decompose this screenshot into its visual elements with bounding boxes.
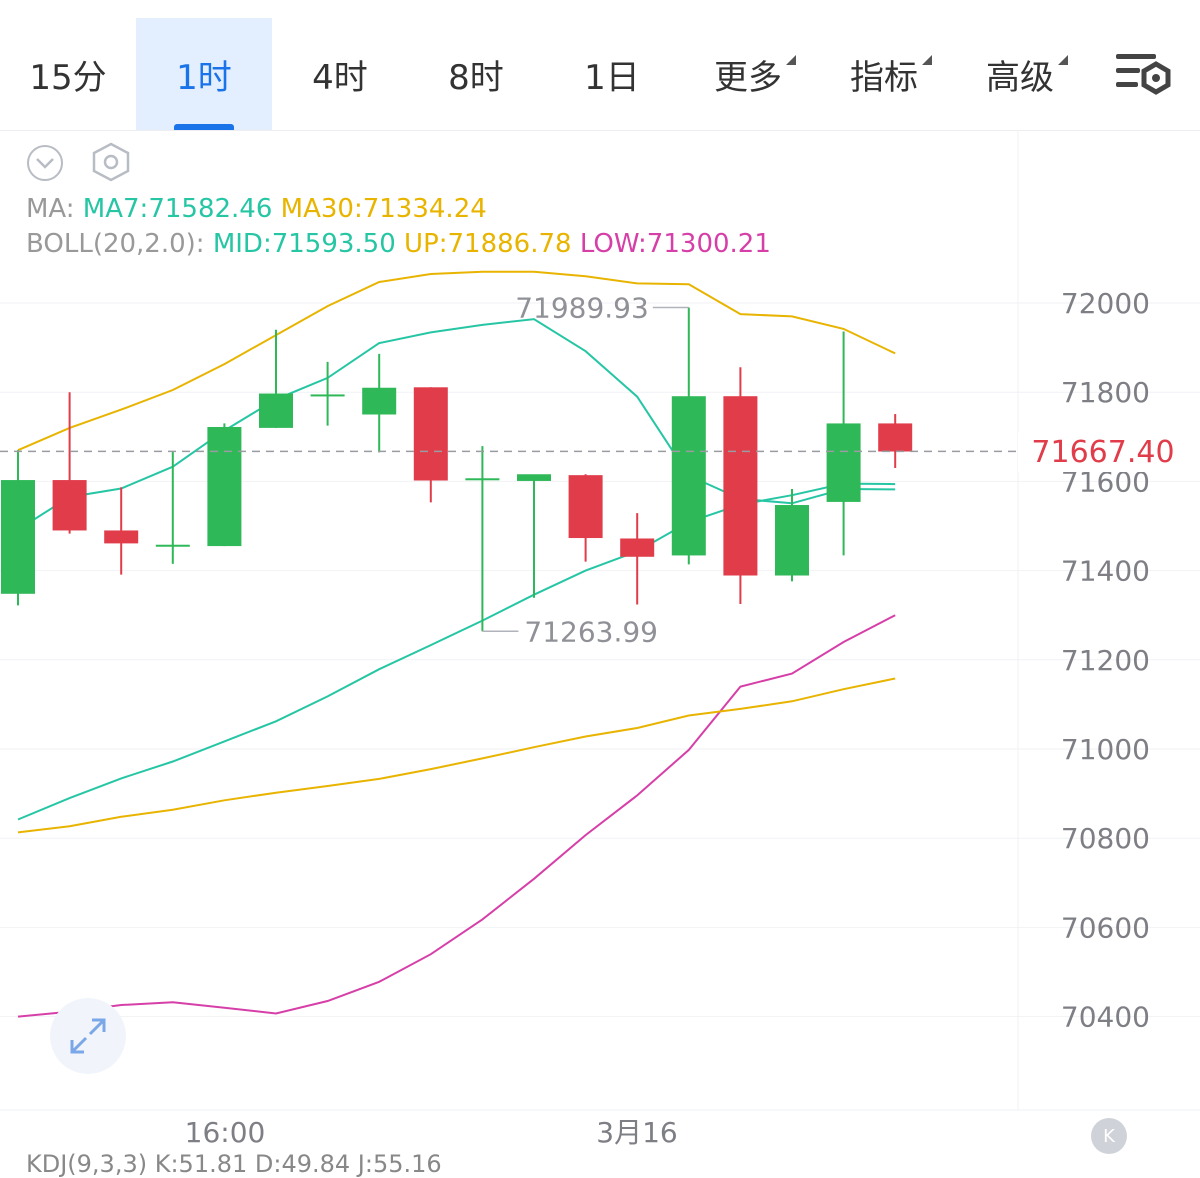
tab-label: 1时 xyxy=(176,57,232,98)
candle-body xyxy=(723,396,758,576)
chart-settings-icon xyxy=(1116,54,1171,95)
tab-3[interactable]: 4时 xyxy=(272,18,408,130)
candle-body xyxy=(620,538,655,557)
tab-label: 高级 xyxy=(986,50,1068,99)
candle-body xyxy=(207,426,242,547)
boll-mid-line xyxy=(17,482,896,821)
hexagon-settings-icon[interactable] xyxy=(90,142,132,182)
tab-label: 4时 xyxy=(312,57,368,98)
collapse-k-icon: K xyxy=(1103,1125,1115,1147)
collapse-k-button[interactable]: K xyxy=(1091,1118,1127,1154)
tab-4[interactable]: 8时 xyxy=(408,18,544,130)
tab-7[interactable]: 指标 xyxy=(816,18,952,130)
tab-label: 15分 xyxy=(29,57,107,98)
kdj-legend: KDJ(9,3,3) K:51.81 D:49.84 J:55.16 xyxy=(26,1150,442,1178)
ma-legend: MA: MA7:71582.46 MA30:71334.24 xyxy=(26,194,487,224)
candle-body xyxy=(775,505,809,576)
active-tab-indicator xyxy=(174,124,234,130)
candle-body xyxy=(155,544,190,547)
low-price-marker: 71263.99 xyxy=(524,615,658,648)
tab-label: 8时 xyxy=(448,57,504,98)
tab-2[interactable]: 1时 xyxy=(136,18,272,130)
dropdown-triangle-icon xyxy=(786,54,796,65)
x-tick-label: 3月16 xyxy=(596,1116,677,1149)
y-tick-label: 71200 xyxy=(1061,644,1150,677)
boll-legend: BOLL(20,2.0): MID:71593.50 UP:71886.78 L… xyxy=(26,229,771,259)
dropdown-triangle-icon xyxy=(922,54,932,65)
ma-prefix: MA: xyxy=(26,194,75,224)
y-tick-label: 71800 xyxy=(1061,376,1150,409)
candle-body xyxy=(1,480,35,594)
y-tick-label: 70800 xyxy=(1061,822,1150,855)
boll-low-line xyxy=(17,614,896,1018)
expand-arrows-icon xyxy=(70,1018,106,1054)
ma7-value: MA7:71582.46 xyxy=(82,194,273,224)
ma30-value: MA30:71334.24 xyxy=(280,194,487,224)
dropdown-triangle-icon xyxy=(1058,54,1068,65)
candle-body xyxy=(878,423,913,452)
candle-body xyxy=(826,423,861,502)
tab-label: 1日 xyxy=(584,57,640,98)
candle-body xyxy=(52,480,87,531)
candle-body xyxy=(310,394,345,397)
boll-low-value: LOW:71300.21 xyxy=(579,229,771,259)
candle-body xyxy=(465,478,500,481)
y-tick-label: 71400 xyxy=(1061,555,1150,588)
candle-body xyxy=(362,387,397,415)
chart-settings-button[interactable] xyxy=(1110,48,1174,104)
candle-body xyxy=(671,396,706,556)
candlestick-chart: 7200071800716007140071200710007080070600… xyxy=(0,130,1200,1149)
high-price-marker: 71989.93 xyxy=(515,291,649,324)
y-tick-label: 71000 xyxy=(1061,733,1150,766)
ma7-line xyxy=(17,318,896,531)
candle-body xyxy=(104,530,139,544)
ma30-line xyxy=(17,677,896,834)
y-tick-label: 70600 xyxy=(1061,911,1150,944)
candle-body xyxy=(413,387,448,481)
boll-mid-value: MID:71593.50 xyxy=(212,229,396,259)
candle-body xyxy=(259,393,293,428)
chevron-down-circle-icon[interactable] xyxy=(26,144,64,182)
y-tick-label: 70400 xyxy=(1061,1001,1150,1034)
tab-label: 更多 xyxy=(714,50,796,99)
boll-up-line xyxy=(17,270,896,452)
tab-5[interactable]: 1日 xyxy=(544,18,680,130)
candle-body xyxy=(517,474,551,481)
current-price-label: 71667.40 xyxy=(1018,432,1188,472)
tab-6[interactable]: 更多 xyxy=(680,18,816,130)
tab-1[interactable]: 15分 xyxy=(0,18,136,130)
tab-8[interactable]: 高级 xyxy=(952,18,1088,130)
y-tick-label: 72000 xyxy=(1061,287,1150,320)
expand-chart-button[interactable] xyxy=(50,998,126,1074)
candle-body xyxy=(568,475,603,539)
boll-up-value: UP:71886.78 xyxy=(404,229,572,259)
tab-label: 指标 xyxy=(850,50,932,99)
x-tick-label: 16:00 xyxy=(185,1116,266,1149)
boll-prefix: BOLL(20,2.0): xyxy=(26,229,205,259)
